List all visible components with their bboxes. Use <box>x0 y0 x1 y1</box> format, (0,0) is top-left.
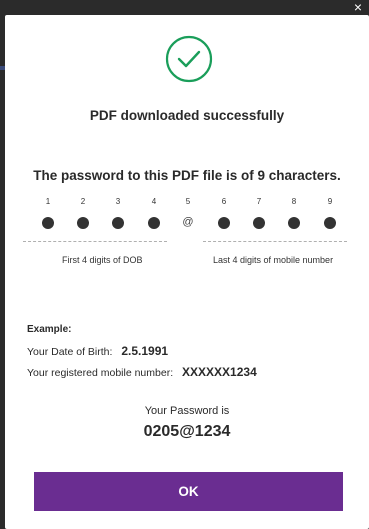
slot-number: 6 <box>221 197 227 206</box>
example-mobile-line: Your registered mobile number: XXXXXX123… <box>27 365 257 379</box>
password-slot-6: 6 <box>214 196 234 229</box>
at-separator: @ <box>182 216 194 228</box>
slot-number: 3 <box>115 197 121 206</box>
password-value: 0205@1234 <box>143 423 231 440</box>
masked-digit-dot <box>218 217 230 229</box>
slot-number: 5 <box>185 197 191 206</box>
password-slot-1: 1 <box>38 196 58 229</box>
password-slot-4: 4 <box>144 196 164 229</box>
password-slot-9: 9 <box>320 196 340 229</box>
password-length-title: The password to this PDF file is of 9 ch… <box>33 168 341 183</box>
masked-digit-dot <box>148 217 160 229</box>
example-heading: Example: <box>27 324 72 335</box>
dob-group-divider <box>23 241 167 242</box>
masked-digit-dot <box>77 217 89 229</box>
mobile-label: Your registered mobile number: <box>27 367 174 379</box>
masked-digit-dot <box>112 217 124 229</box>
masked-digit-dot <box>42 217 54 229</box>
slot-number: 9 <box>327 197 333 206</box>
example-section: Example: <box>27 324 71 335</box>
dob-label: Your Date of Birth: <box>27 346 113 358</box>
slot-number: 8 <box>291 197 297 206</box>
password-slot-8: 8 <box>284 196 304 229</box>
download-success-dialog: PDF downloaded successfully The password… <box>5 15 369 529</box>
check-circle-icon <box>165 35 213 83</box>
success-message: PDF downloaded successfully <box>89 108 285 123</box>
background-accent-strip <box>0 66 5 70</box>
password-label: Your Password is <box>144 405 230 417</box>
example-dob-line: Your Date of Birth: 2.5.1991 <box>27 344 168 358</box>
close-icon[interactable]: × <box>351 0 365 14</box>
ok-button[interactable]: OK <box>34 472 343 511</box>
slot-number: 7 <box>256 197 262 206</box>
slot-number: 1 <box>45 197 51 206</box>
mobile-group-divider <box>203 241 347 242</box>
password-slot-7: 7 <box>249 196 269 229</box>
masked-digit-dot <box>324 217 336 229</box>
mobile-value: XXXXXX1234 <box>182 365 257 379</box>
password-format-diagram: 1 2 3 4 5 @ 6 7 8 9 <box>5 196 369 236</box>
password-slot-5: 5 @ <box>178 196 198 229</box>
masked-digit-dot <box>288 217 300 229</box>
slot-number: 4 <box>151 197 157 206</box>
mobile-caption: Last 4 digits of mobile number <box>213 255 334 265</box>
password-slot-2: 2 <box>73 196 93 229</box>
dob-value: 2.5.1991 <box>121 344 169 358</box>
dob-caption: First 4 digits of DOB <box>62 255 143 265</box>
slot-number: 2 <box>80 197 86 206</box>
password-slot-3: 3 <box>108 196 128 229</box>
masked-digit-dot <box>253 217 265 229</box>
